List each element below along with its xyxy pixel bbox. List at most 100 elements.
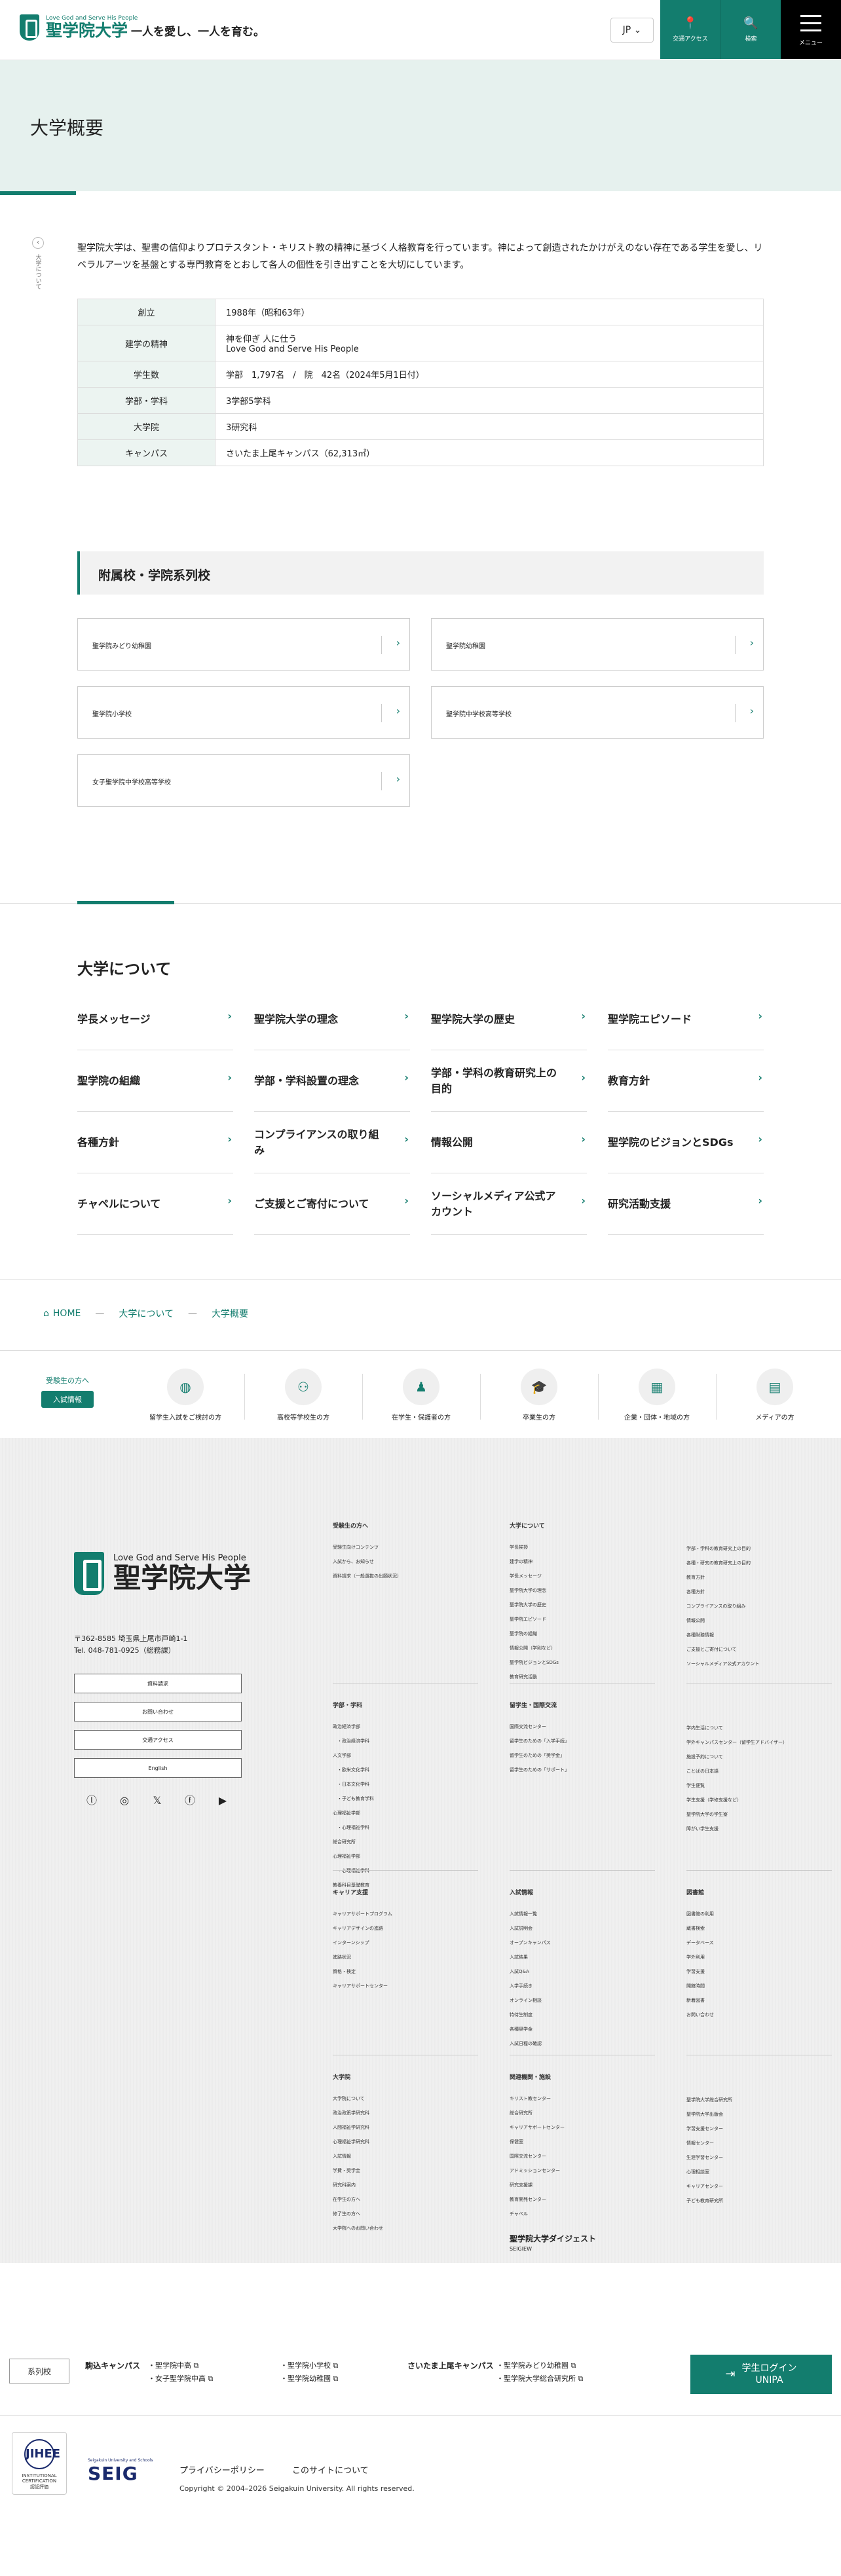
about-link[interactable]: 教育方針 ›: [608, 1050, 764, 1112]
footer-link[interactable]: 入学手続き: [510, 1979, 551, 1993]
footer-button[interactable]: お問い合わせ: [74, 1702, 242, 1721]
about-link[interactable]: 聖学院大学の理念 ›: [254, 989, 410, 1050]
footer-link[interactable]: 資格・検定: [333, 1964, 392, 1979]
footer-link[interactable]: キャリアサポートセンター: [333, 1979, 392, 1993]
school-link[interactable]: 聖学院幼稚園 ›: [431, 618, 764, 671]
admissions-button[interactable]: 入試情報: [41, 1391, 94, 1408]
about-link[interactable]: 情報公開 ›: [431, 1112, 587, 1173]
footer-link[interactable]: 国際交流センター: [510, 1720, 569, 1734]
footer-link[interactable]: 教育研究活動: [510, 1670, 559, 1684]
footer-link[interactable]: 聖学院大学の理念: [510, 1583, 559, 1598]
footer-link[interactable]: 聖学院ビジョンとSDGs: [510, 1655, 559, 1670]
footer-link[interactable]: 入試日程の確認: [510, 2036, 551, 2051]
footer-link[interactable]: 情報公開: [686, 1613, 759, 1628]
footer-link[interactable]: 学生支援（学修支援など）: [686, 1793, 787, 1807]
footer-link[interactable]: インターンシップ: [333, 1936, 392, 1950]
footer-link[interactable]: 情報センター: [686, 2136, 732, 2150]
footer-link[interactable]: 入試から、お知らせ: [333, 1555, 402, 1569]
footer-link[interactable]: 学長メッセージ: [510, 1569, 559, 1583]
school-link[interactable]: 聖学院小学校 ›: [77, 686, 410, 739]
footer-link[interactable]: 各種・研究の教育研究上の目的: [686, 1556, 759, 1570]
footer-link[interactable]: 人文学部: [333, 1748, 374, 1763]
footer-link[interactable]: 情報公開（学則など）: [510, 1641, 559, 1655]
student-login-button[interactable]: ⇥ 学生ログイン UNIPA: [690, 2355, 832, 2394]
seig-logo[interactable]: Seigakuin University and Schools SEIG: [88, 2458, 153, 2484]
footer-link[interactable]: 生涯学習センター: [686, 2150, 732, 2165]
about-link[interactable]: 学部・学科の教育研究上の目的 ›: [431, 1050, 587, 1112]
about-link[interactable]: 聖学院の組織 ›: [77, 1050, 233, 1112]
footer-button[interactable]: English: [74, 1758, 242, 1778]
school-link[interactable]: 聖学院みどり幼稚園 ›: [77, 618, 410, 671]
about-link[interactable]: 聖学院のビジョンとSDGs ›: [608, 1112, 764, 1173]
breadcrumb-about[interactable]: 大学について: [119, 1307, 174, 1320]
footer-link[interactable]: 心理福祉学研究科: [333, 2135, 383, 2149]
digest-link[interactable]: 聖学院大学ダイジェスト: [510, 2233, 596, 2244]
footer-link[interactable]: 政治経済学部: [333, 1720, 374, 1734]
footer-link[interactable]: 各種財務情報: [686, 1628, 759, 1642]
footer-link[interactable]: 人間福祉学研究科: [333, 2120, 383, 2135]
footer-link[interactable]: キリスト教センター: [510, 2091, 565, 2106]
campus-link[interactable]: ・聖学院小学校 ⧉: [280, 2360, 338, 2370]
footer-link[interactable]: 特待生制度: [510, 2008, 551, 2022]
footer-link[interactable]: 学費・奨学金: [333, 2163, 383, 2178]
school-link[interactable]: 聖学院中学校高等学校 ›: [431, 686, 764, 739]
footer-link[interactable]: 建学の精神: [510, 1555, 559, 1569]
about-link[interactable]: 聖学院エピソード ›: [608, 989, 764, 1050]
footer-link[interactable]: 学外利用: [686, 1950, 714, 1964]
footer-link[interactable]: 進路状況: [333, 1950, 392, 1964]
footer-link[interactable]: 各種方針: [686, 1585, 759, 1599]
footer-link[interactable]: 聖学院大学の歴史: [510, 1598, 559, 1612]
footer-link[interactable]: 心理福祉学部: [333, 1849, 374, 1864]
footer-link[interactable]: 受験生向けコンテンツ: [333, 1540, 402, 1555]
audience-link[interactable]: ◍ 留学生入試をご検討の方: [127, 1369, 244, 1427]
campus-link[interactable]: ・聖学院大学総合研究所 ⧉: [496, 2373, 583, 2383]
about-link[interactable]: ご支援とご寄付について ›: [254, 1173, 410, 1235]
footer-link[interactable]: 学習支援: [686, 1964, 714, 1979]
footer-link[interactable]: 学習支援センター: [686, 2122, 732, 2136]
about-link[interactable]: 学部・学科設置の理念 ›: [254, 1050, 410, 1112]
footer-link[interactable]: 大学院について: [333, 2091, 383, 2106]
about-link[interactable]: コンプライアンスの取り組み ›: [254, 1112, 410, 1173]
back-link[interactable]: ‹ 大学について: [31, 237, 45, 303]
footer-link[interactable]: キャリアデザインの進路: [333, 1921, 392, 1936]
access-button[interactable]: 📍 交通アクセス: [660, 0, 720, 59]
footer-link[interactable]: オンライン相談: [510, 1993, 551, 2008]
footer-link[interactable]: ご支援とご寄付について: [686, 1642, 759, 1657]
footer-link[interactable]: 政治政策学研究科: [333, 2106, 383, 2120]
footer-button[interactable]: 交通アクセス: [74, 1730, 242, 1750]
menu-button[interactable]: メニュー: [781, 0, 841, 59]
footer-link[interactable]: 聖学院大学総合研究所: [686, 2093, 732, 2107]
footer-link[interactable]: 聖学院エピソード: [510, 1612, 559, 1627]
footer-link[interactable]: ことばの日本語: [686, 1764, 787, 1778]
footer-link[interactable]: 留学生のための「入学手続」: [510, 1734, 569, 1748]
footer-link[interactable]: 学外キャンパスセンター（留学生アドバイザー）: [686, 1735, 787, 1750]
footer-link[interactable]: 新着図書: [686, 1993, 714, 2008]
footer-link[interactable]: 研究支援課: [510, 2178, 565, 2192]
footer-link[interactable]: オープンキャンパス: [510, 1936, 551, 1950]
footer-link[interactable]: キャリアサポートプログラム: [333, 1907, 392, 1921]
facebook-icon[interactable]: ⓕ: [183, 1794, 196, 1807]
footer-link[interactable]: ・心理福祉学科: [333, 1820, 374, 1835]
about-link[interactable]: 学長メッセージ ›: [77, 989, 233, 1050]
about-link[interactable]: チャペルについて ›: [77, 1173, 233, 1235]
footer-link[interactable]: 聖学院大学の学生寮: [686, 1807, 787, 1822]
audience-link[interactable]: 🎓 卒業生の方: [481, 1369, 597, 1427]
footer-link[interactable]: ・欧米文化学科: [333, 1763, 374, 1777]
affiliated-schools-button[interactable]: 系列校: [9, 2359, 69, 2383]
footer-link[interactable]: 資料請求（一般選抜の出願状況）: [333, 1569, 402, 1583]
audience-link[interactable]: ♟ 在学生・保護者の方: [363, 1369, 479, 1427]
footer-button[interactable]: 資料請求: [74, 1674, 242, 1693]
footer-link[interactable]: データベース: [686, 1936, 714, 1950]
footer-link[interactable]: お問い合わせ: [686, 2008, 714, 2022]
footer-link[interactable]: 心理福祉学部: [333, 1806, 374, 1820]
x-icon[interactable]: 𝕏: [151, 1794, 164, 1807]
campus-link[interactable]: ・女子聖学院中高 ⧉: [148, 2373, 213, 2383]
footer-link[interactable]: ソーシャルメディア公式アカウント: [686, 1657, 759, 1671]
line-icon[interactable]: ⓛ: [85, 1794, 98, 1807]
footer-link[interactable]: 入試説明会: [510, 1921, 551, 1936]
site-logo[interactable]: Love God and Serve His People 聖学院大学: [20, 14, 138, 41]
footer-link[interactable]: 開館時間: [686, 1979, 714, 1993]
language-selector[interactable]: JP ⌄: [610, 18, 654, 43]
footer-link[interactable]: 留学生のための「サポート」: [510, 1763, 569, 1777]
footer-link[interactable]: 総合研究所: [510, 2106, 565, 2120]
